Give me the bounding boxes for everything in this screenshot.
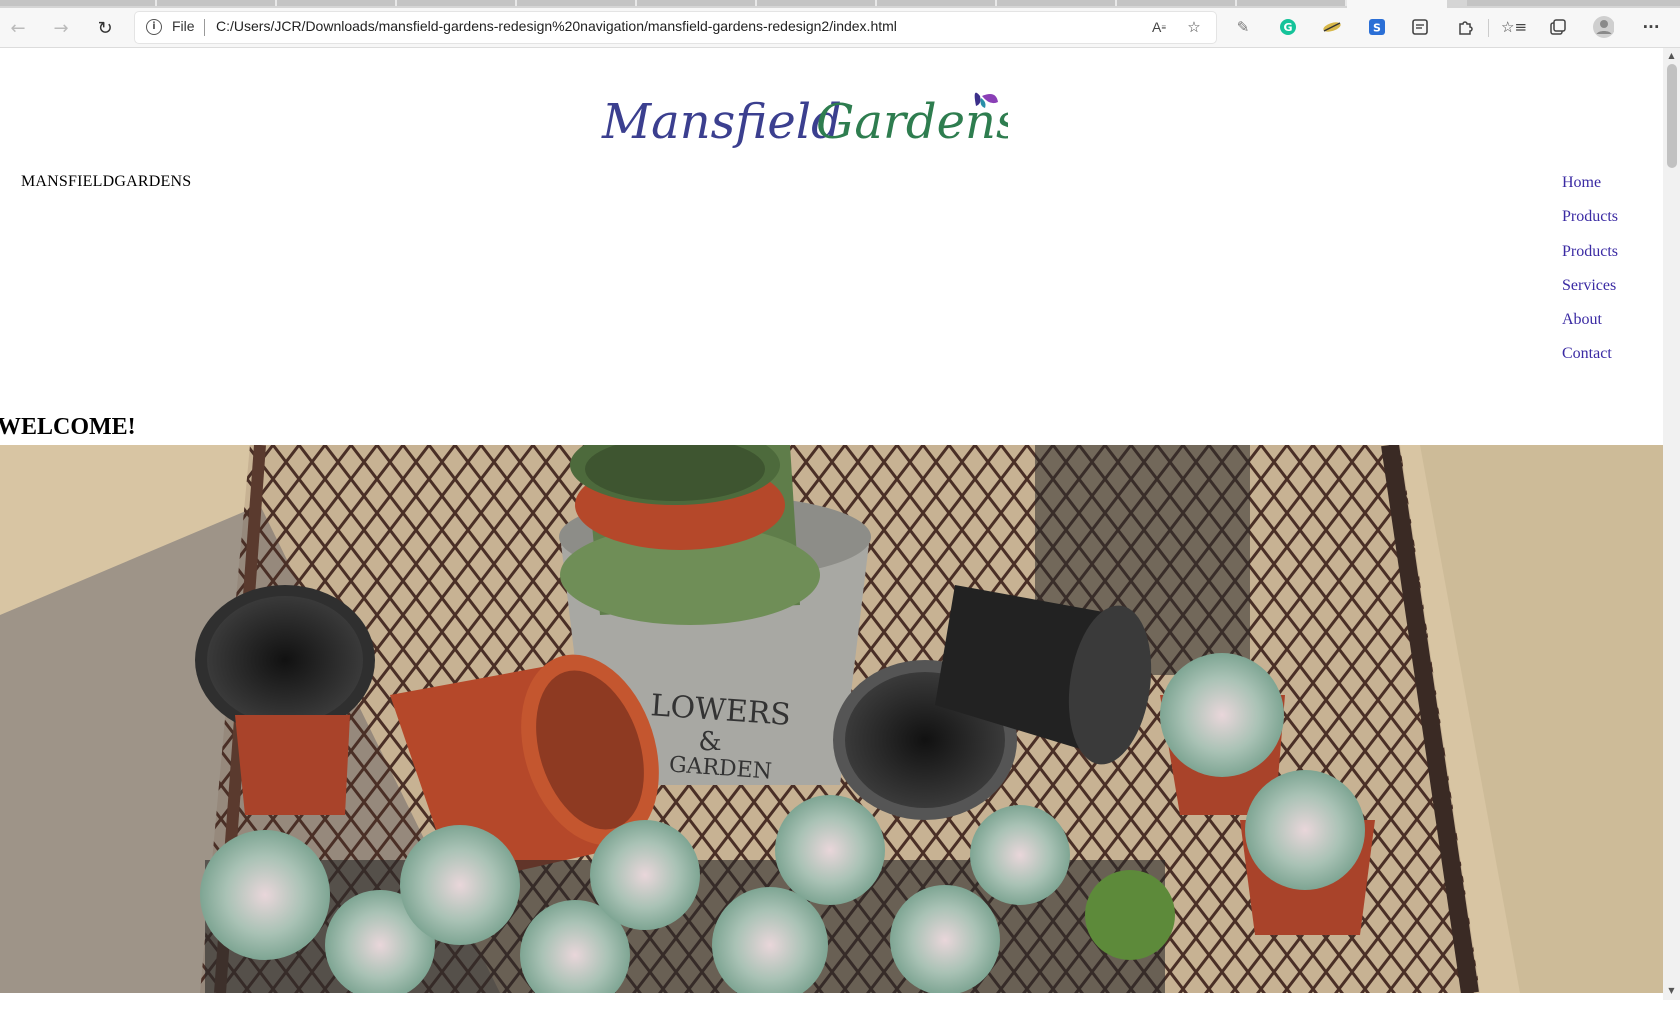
refresh-icon[interactable]: ↻ — [91, 14, 119, 42]
nav-link-services[interactable]: Services — [1562, 277, 1616, 294]
svg-text:S: S — [1373, 22, 1381, 35]
brand-text: MANSFIELDGARDENS — [21, 173, 192, 190]
page-viewport: Mansfield Gardens MANSFIELDGARDENS Home … — [0, 48, 1663, 1000]
nav-link-home[interactable]: Home — [1562, 174, 1601, 191]
address-scheme: File — [172, 18, 195, 34]
collections-icon[interactable] — [1547, 16, 1569, 38]
browser-toolbar: ← → ↻ i File C:/Users/JCR/Downloads/mans… — [0, 8, 1680, 48]
extension-lens-icon[interactable] — [1321, 16, 1343, 38]
tab[interactable] — [877, 0, 997, 6]
toolbar-divider — [1488, 19, 1489, 37]
tab[interactable] — [757, 0, 877, 6]
extensions-puzzle-icon[interactable] — [1454, 16, 1476, 38]
profile-avatar-icon[interactable] — [1592, 16, 1614, 38]
nav-link-about[interactable]: About — [1562, 311, 1602, 328]
address-bar[interactable]: i File C:/Users/JCR/Downloads/mansfield-… — [135, 12, 1216, 43]
tab[interactable] — [0, 0, 157, 6]
extension-s-icon[interactable]: S — [1366, 16, 1388, 38]
tab[interactable] — [517, 0, 637, 6]
scrollbar-thumb[interactable] — [1667, 64, 1677, 168]
hero-image: LOWERS & GARDEN — [0, 445, 1663, 993]
main-nav: Home Products Products Services About Co… — [1562, 174, 1618, 380]
welcome-heading: WELCOME! — [0, 414, 136, 440]
url-text[interactable]: C:/Users/JCR/Downloads/mansfield-gardens… — [216, 18, 897, 34]
scroll-down-icon[interactable]: ▼ — [1666, 986, 1677, 996]
tab[interactable] — [1237, 0, 1347, 6]
grammarly-icon[interactable]: G — [1277, 16, 1299, 38]
add-favorite-icon[interactable]: ☆ — [1183, 16, 1205, 38]
extension-page-icon[interactable] — [1409, 16, 1431, 38]
tab[interactable] — [637, 0, 757, 6]
scroll-up-icon[interactable]: ▲ — [1666, 51, 1677, 61]
tab[interactable] — [157, 0, 277, 6]
tab-strip — [0, 0, 1680, 8]
page-scrollbar[interactable]: ▲ ▼ — [1663, 48, 1680, 1000]
read-aloud-icon[interactable]: A ≡ — [1148, 16, 1170, 38]
forward-icon[interactable]: → — [47, 14, 75, 42]
logo-word-mansfield: Mansfield — [601, 94, 842, 150]
site-logo[interactable]: Mansfield Gardens — [598, 78, 1021, 168]
info-icon[interactable]: i — [146, 19, 162, 35]
tab[interactable] — [1117, 0, 1237, 6]
bucket-print-amp: & — [698, 727, 721, 757]
back-icon[interactable]: ← — [4, 14, 32, 42]
active-tab[interactable] — [1347, 0, 1447, 8]
more-menu-icon[interactable]: ··· — [1640, 16, 1662, 38]
nav-link-products[interactable]: Products — [1562, 208, 1618, 225]
tab[interactable] — [397, 0, 517, 6]
address-separator — [204, 19, 205, 36]
favorites-icon[interactable]: ☆≡ — [1501, 16, 1527, 38]
tab[interactable] — [277, 0, 397, 6]
svg-text:G: G — [1283, 21, 1292, 34]
tab[interactable] — [997, 0, 1117, 6]
tab[interactable] — [1467, 0, 1680, 6]
extension-pen-icon[interactable]: ✎ — [1232, 16, 1254, 38]
nav-link-contact[interactable]: Contact — [1562, 345, 1612, 362]
nav-link-products-2[interactable]: Products — [1562, 243, 1618, 260]
